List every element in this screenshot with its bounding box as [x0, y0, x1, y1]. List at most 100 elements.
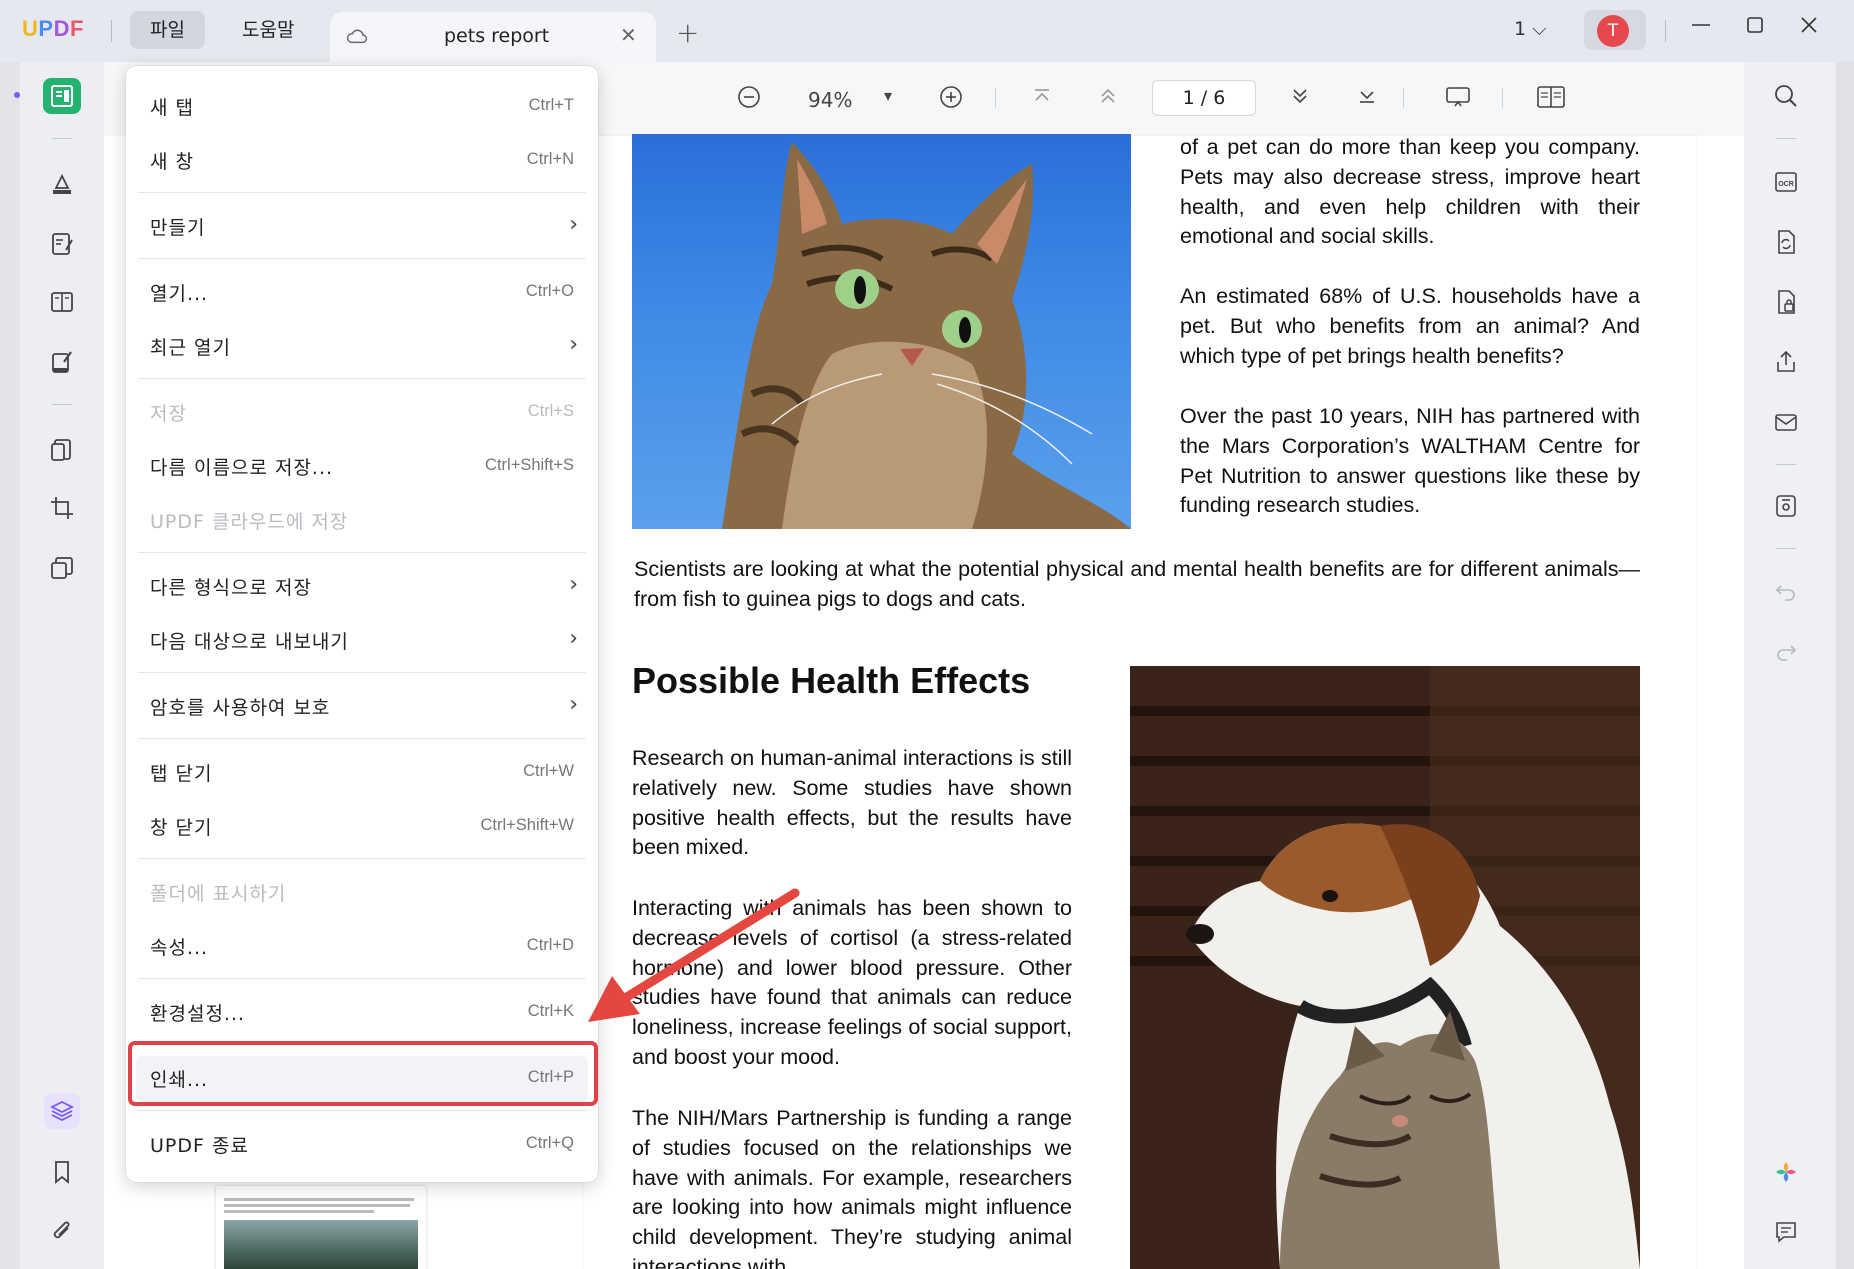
dog-and-cat-photo: [1130, 666, 1640, 1269]
avatar[interactable]: T: [1597, 15, 1629, 47]
right-toolbar-divider: [1776, 138, 1796, 139]
right-edge-strip: [1836, 62, 1854, 1269]
zoom-level[interactable]: 94%: [808, 88, 852, 112]
title-bar: UPDF 파일 도움말 pets report ✕ + 1 ⌵ T: [0, 0, 1854, 62]
menu-divider: [138, 858, 586, 859]
left-edge-strip: [0, 62, 20, 1269]
right-toolbar-divider: [1776, 464, 1796, 465]
menu-item-new-tab[interactable]: 새 탭 Ctrl+T: [126, 84, 598, 130]
menu-help[interactable]: 도움말: [222, 11, 314, 49]
toolbar-divider: [1403, 88, 1404, 108]
paragraph-pet-company: of a pet can do more than keep you compa…: [1180, 135, 1640, 249]
window-controls-divider: [1665, 20, 1666, 42]
chevron-right-icon: ›: [569, 332, 578, 357]
zoom-in-icon[interactable]: [938, 84, 964, 115]
menu-divider: [138, 552, 586, 553]
page-thumbnail[interactable]: [216, 1186, 426, 1269]
menu-item-save-as[interactable]: 다름 이름으로 저장... Ctrl+Shift+S: [126, 444, 598, 490]
menu-item-close-window[interactable]: 창 닫기 Ctrl+Shift+W: [126, 804, 598, 850]
menu-item-show-in-folder: 폴더에 표시하기: [150, 883, 287, 905]
menu-file[interactable]: 파일: [130, 11, 205, 49]
page-selector[interactable]: 1 ⌵: [1514, 18, 1547, 40]
bookmark-icon[interactable]: [44, 1154, 80, 1190]
svg-text:OCR: OCR: [1778, 181, 1794, 188]
menu-divider: [138, 978, 586, 979]
next-page-icon[interactable]: [1288, 84, 1312, 113]
ocr-icon[interactable]: OCR: [1768, 164, 1804, 200]
menu-item-create[interactable]: 만들기 ›: [126, 204, 598, 250]
close-window-icon[interactable]: [1798, 14, 1820, 42]
crop-icon[interactable]: [44, 490, 80, 526]
menu-item-save: 저장 Ctrl+S: [150, 402, 574, 425]
menu-item-preferences[interactable]: 환경설정... Ctrl+K: [126, 990, 598, 1036]
notification-dot: [14, 92, 20, 98]
highlighter-icon[interactable]: [44, 166, 80, 202]
convert-icon[interactable]: [1768, 224, 1804, 260]
presentation-icon[interactable]: [1444, 84, 1472, 115]
paragraph-nih-mars: The NIH/Mars Partnership is funding a ra…: [632, 1106, 1072, 1269]
menu-item-close-tab[interactable]: 탭 닫기 Ctrl+W: [126, 750, 598, 796]
sign-icon[interactable]: [44, 344, 80, 380]
zoom-out-icon[interactable]: [736, 84, 762, 115]
menu-item-protect[interactable]: 암호를 사용하여 보호 ›: [126, 684, 598, 730]
left-toolbar-divider: [52, 138, 72, 139]
toolbar-divider: [995, 88, 996, 108]
share-icon[interactable]: [1768, 344, 1804, 380]
menu-item-open[interactable]: 열기... Ctrl+O: [126, 270, 598, 316]
minimize-icon[interactable]: [1690, 14, 1712, 42]
page-layout-icon[interactable]: [1536, 84, 1566, 115]
chevron-right-icon: ›: [569, 692, 578, 717]
protect-icon[interactable]: [1768, 284, 1804, 320]
file-menu-dropdown: 새 탭 Ctrl+T 새 창 Ctrl+N 만들기 › 열기... Ctrl+O…: [126, 66, 598, 1182]
attachment-icon[interactable]: [44, 1214, 80, 1250]
zoom-dropdown-icon[interactable]: ▾: [884, 86, 892, 105]
menu-item-recent[interactable]: 최근 열기 ›: [126, 324, 598, 370]
last-page-icon[interactable]: [1355, 84, 1379, 113]
tab-title: pets report: [444, 25, 550, 47]
updf-logo: UPDF: [22, 16, 84, 41]
section-heading: Possible Health Effects: [632, 660, 1031, 701]
ai-assistant-icon[interactable]: [1768, 1154, 1804, 1190]
right-toolbar-divider: [1776, 548, 1796, 549]
maximize-icon[interactable]: [1744, 14, 1766, 42]
menu-divider: [138, 1110, 586, 1111]
menu-divider: [138, 192, 586, 193]
close-tab-icon[interactable]: ✕: [620, 23, 637, 47]
paragraph-households: An estimated 68% of U.S. households have…: [1180, 284, 1640, 368]
toolbar-divider: [1502, 88, 1503, 108]
logo-divider: [111, 20, 112, 42]
menu-item-properties[interactable]: 속성... Ctrl+D: [126, 924, 598, 970]
cat-photo: [632, 134, 1131, 529]
reader-icon[interactable]: [43, 78, 81, 114]
compare-icon[interactable]: [44, 550, 80, 586]
menu-item-new-window[interactable]: 새 창 Ctrl+N: [126, 138, 598, 184]
chevron-right-icon: ›: [569, 212, 578, 237]
organize-pages-icon[interactable]: [44, 284, 80, 320]
undo-icon[interactable]: [1768, 574, 1804, 610]
layers-icon[interactable]: [44, 1093, 80, 1129]
menu-divider: [138, 378, 586, 379]
menu-item-export[interactable]: 다음 대상으로 내보내기 ›: [126, 618, 598, 664]
save-icon[interactable]: [1768, 488, 1804, 524]
search-icon[interactable]: [1768, 78, 1804, 114]
print-highlight-box: [128, 1041, 598, 1106]
chevron-right-icon: ›: [569, 572, 578, 597]
paragraph-interacting: Interacting with animals has been shown …: [632, 896, 1072, 1069]
paragraph-research: Research on human-animal interactions is…: [632, 746, 1072, 860]
menu-item-save-as-other[interactable]: 다른 형식으로 저장 ›: [126, 564, 598, 610]
edit-text-icon[interactable]: [44, 226, 80, 262]
menu-item-save-to-cloud: UPDF 클라우드에 저장: [150, 511, 349, 533]
page-number-input[interactable]: 1 / 6: [1152, 80, 1256, 116]
comment-icon[interactable]: [1768, 1214, 1804, 1250]
redo-icon[interactable]: [1768, 634, 1804, 670]
document-tab[interactable]: pets report ✕: [330, 12, 656, 62]
previous-page-icon[interactable]: [1096, 84, 1120, 113]
add-tab-button[interactable]: +: [676, 16, 699, 49]
paragraph-scientists: Scientists are looking at what the poten…: [634, 557, 1640, 611]
menu-item-quit[interactable]: UPDF 종료 Ctrl+Q: [126, 1122, 598, 1168]
email-icon[interactable]: [1768, 404, 1804, 440]
menu-divider: [138, 258, 586, 259]
page-extract-icon[interactable]: [44, 432, 80, 468]
menu-divider: [138, 672, 586, 673]
first-page-icon[interactable]: [1030, 84, 1054, 113]
